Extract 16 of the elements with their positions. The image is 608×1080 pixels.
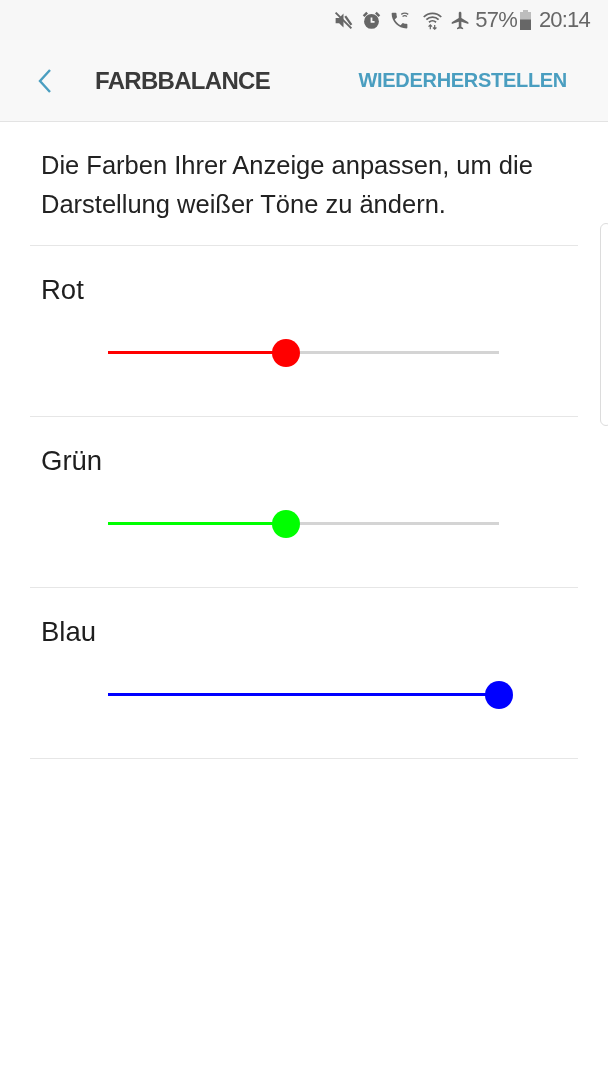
alarm-clock-icon [361, 9, 383, 31]
slider-thumb[interactable] [271, 510, 300, 538]
reset-button[interactable]: WIEDERHERSTELLEN [358, 69, 567, 92]
description-text: Die Farben Ihrer Anzeige anpassen, um die Darstellung weißer Töne zu ändern. [30, 122, 578, 246]
slider-thumb[interactable] [271, 339, 300, 367]
battery-percent: 57% [475, 7, 517, 33]
page-title: FARBBALANCE [95, 66, 271, 95]
slider-thumb[interactable] [485, 681, 513, 709]
wifi-icon [422, 9, 444, 31]
battery-icon [519, 10, 531, 30]
channel-label: Rot [41, 275, 84, 305]
back-chevron-icon [38, 67, 52, 94]
mute-icon [333, 9, 355, 31]
channel-label: Blau [41, 617, 97, 647]
channel-label: Grün [41, 446, 103, 476]
clock-time: 20:14 [538, 7, 590, 33]
